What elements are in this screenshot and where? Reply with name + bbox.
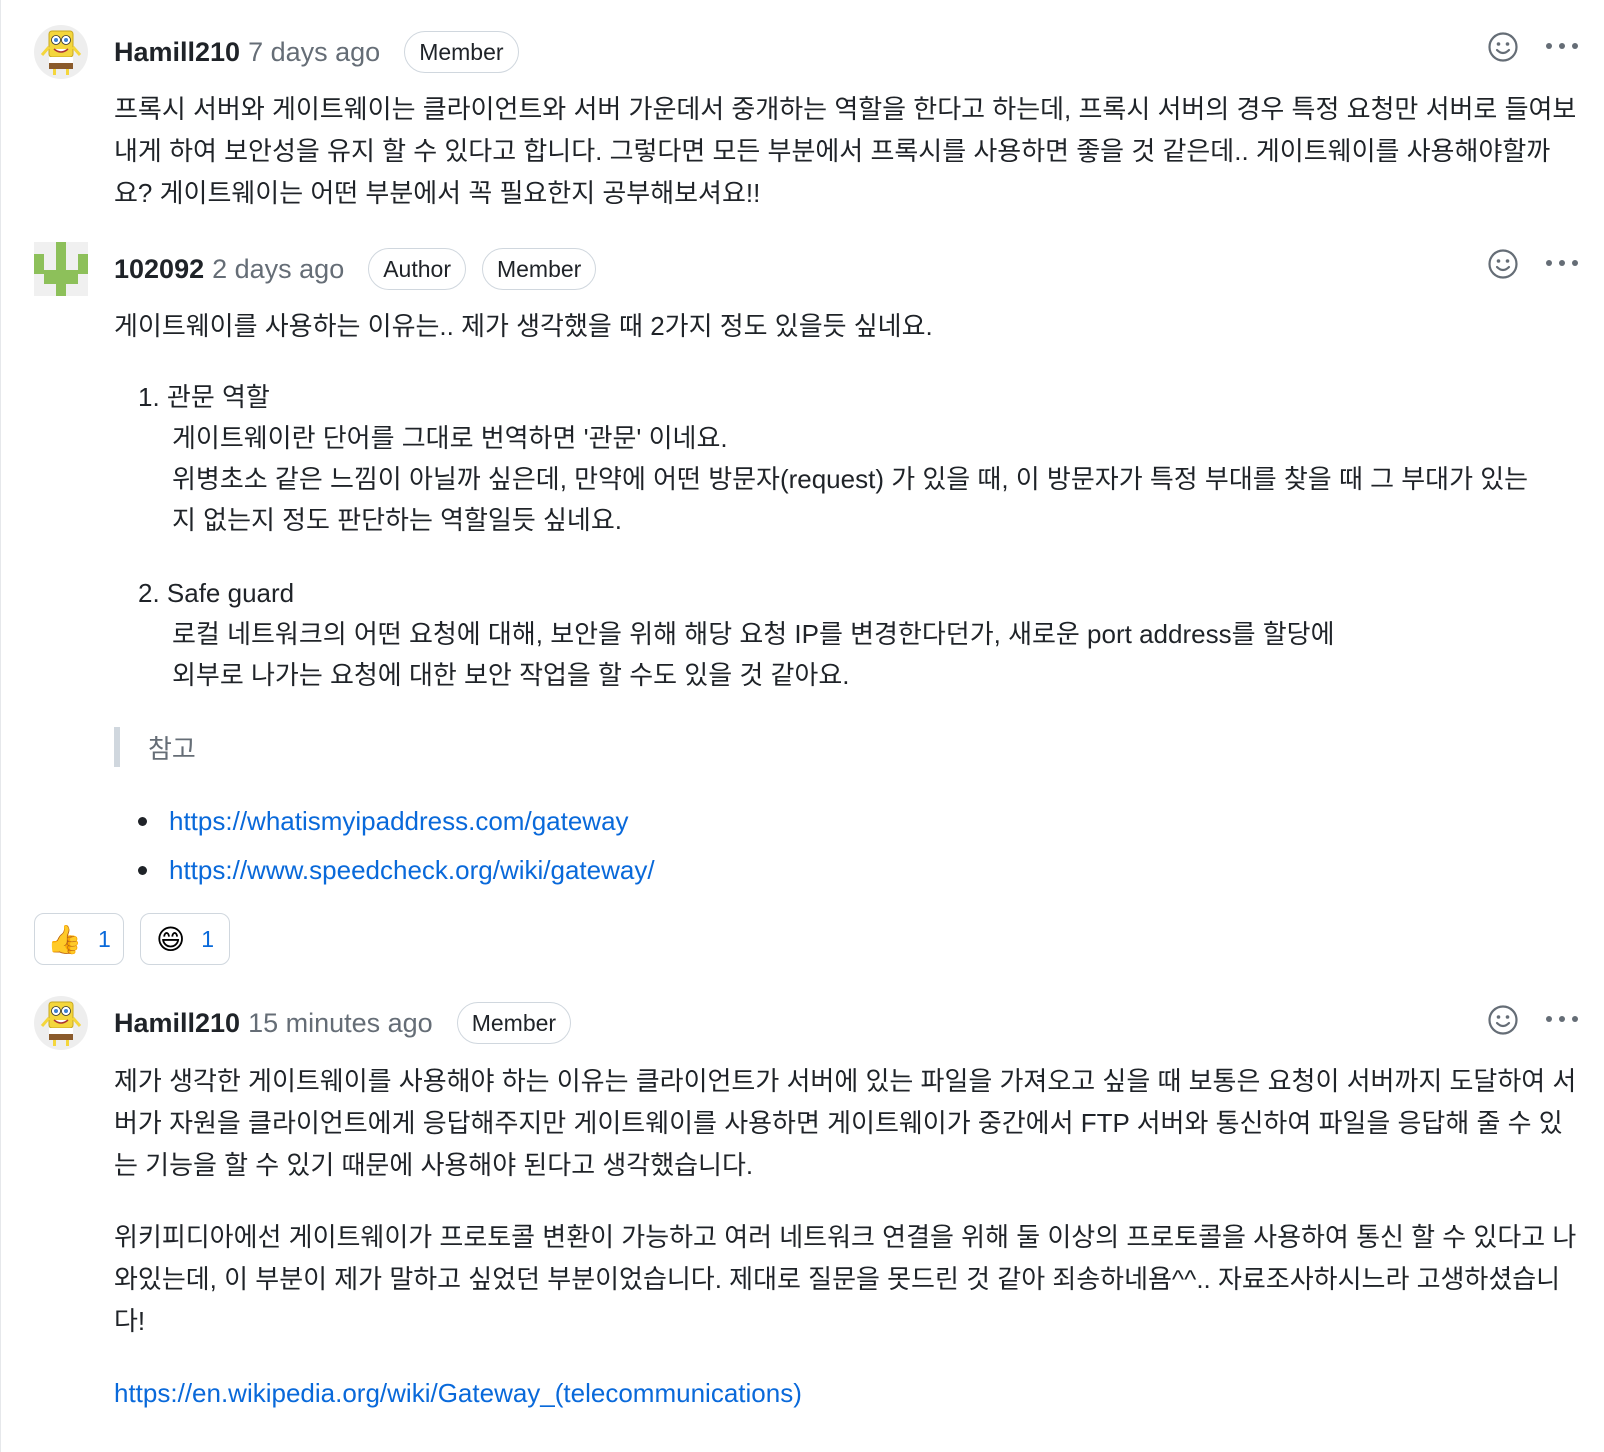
reactions-bar: 👍 1 😄 1 <box>34 913 230 965</box>
reference-link[interactable]: https://whatismyipaddress.com/gateway <box>169 806 629 837</box>
smiley-icon[interactable] <box>1487 1004 1519 1036</box>
list-item: https://www.speedcheck.org/wiki/gateway/ <box>138 846 655 895</box>
avatar[interactable] <box>34 996 88 1050</box>
comment-body: 프록시 서버와 게이트웨이는 클라이언트와 서버 가운데서 중개하는 역할을 한… <box>114 94 1577 208</box>
reaction-grinning-face-button[interactable]: 😄 1 <box>140 913 230 965</box>
comment-body: 위키피디아에선 게이트웨이가 프로토콜 변환이 가능하고 여러 네트워크 연결을… <box>114 1222 1577 1336</box>
list-item-line: 로컬 네트워크의 어떤 요청에 대해, 보안을 위해 해당 요청 IP를 변경한… <box>172 619 1335 649</box>
list-item-title: 1. 관문 역할 <box>138 382 270 412</box>
list-item-line: 외부로 나가는 요청에 대한 보안 작업을 할 수도 있을 것 같아요. <box>172 660 850 690</box>
reaction-count: 1 <box>98 925 111 952</box>
smiley-icon[interactable] <box>1487 248 1519 280</box>
identicon-avatar-icon <box>34 242 88 296</box>
author-badge: Author <box>368 248 466 290</box>
sponge-character-avatar-icon <box>34 25 88 79</box>
grinning-face-icon: 😄 <box>156 923 186 955</box>
timestamp[interactable]: 2 days ago <box>212 254 344 285</box>
comment-header: Hamill210 7 days ago Member <box>114 28 519 76</box>
timestamp[interactable]: 7 days ago <box>248 37 380 68</box>
reference-link[interactable]: https://www.speedcheck.org/wiki/gateway/ <box>169 855 655 886</box>
comment-body: 제가 생각한 게이트웨이를 사용해야 하는 이유는 클라이언트가 서버에 있는 … <box>114 1066 1577 1180</box>
reaction-thumbs-up-button[interactable]: 👍 1 <box>34 913 124 965</box>
list-item: 2. Safe guard 로컬 네트워크의 어떤 요청에 대해, 보안을 위해… <box>138 573 1335 696</box>
reaction-count: 1 <box>201 925 214 952</box>
list-item-line: 위병초소 같은 느낌이 아닐까 싶은데, 만약에 어떤 방문자(request)… <box>172 464 1529 494</box>
kebab-horizontal-icon[interactable] <box>1546 1016 1586 1028</box>
list-item: https://whatismyipaddress.com/gateway <box>138 797 655 846</box>
member-badge: Member <box>481 248 597 290</box>
bullet-icon <box>138 817 147 826</box>
comment-intro: 게이트웨이를 사용하는 이유는.. 제가 생각했을 때 2가지 정도 있을듯 싶… <box>114 311 933 341</box>
sponge-character-avatar-icon <box>34 996 88 1050</box>
member-badge: Member <box>404 31 519 73</box>
avatar[interactable] <box>34 25 88 79</box>
comment-header: Hamill210 15 minutes ago Member <box>114 999 572 1047</box>
list-item: 1. 관문 역할 게이트웨이란 단어를 그대로 번역하면 '관문' 이네요. 위… <box>138 377 1528 541</box>
author-name[interactable]: 102092 <box>114 254 204 285</box>
author-name[interactable]: Hamill210 <box>114 37 240 68</box>
kebab-horizontal-icon[interactable] <box>1546 260 1586 272</box>
blockquote: 참고 <box>114 727 196 767</box>
wikipedia-link[interactable]: https://en.wikipedia.org/wiki/Gateway_(t… <box>114 1372 802 1414</box>
comment-header: 102092 2 days ago Author Member <box>114 245 597 293</box>
list-item-title: 2. Safe guard <box>138 578 295 608</box>
list-item-line: 게이트웨이란 단어를 그대로 번역하면 '관문' 이네요. <box>172 423 728 453</box>
avatar[interactable] <box>34 242 88 296</box>
kebab-horizontal-icon[interactable] <box>1546 43 1586 55</box>
smiley-icon[interactable] <box>1487 31 1519 63</box>
author-name[interactable]: Hamill210 <box>114 1008 240 1039</box>
bullet-icon <box>138 866 147 875</box>
member-badge: Member <box>456 1002 572 1044</box>
quote-text: 참고 <box>148 733 196 764</box>
thumbs-up-icon: 👍 <box>47 923 83 955</box>
reference-links: https://whatismyipaddress.com/gateway ht… <box>138 797 655 895</box>
timestamp[interactable]: 15 minutes ago <box>248 1008 433 1039</box>
list-item-line: 지 없는지 정도 판단하는 역할일듯 싶네요. <box>172 505 622 535</box>
